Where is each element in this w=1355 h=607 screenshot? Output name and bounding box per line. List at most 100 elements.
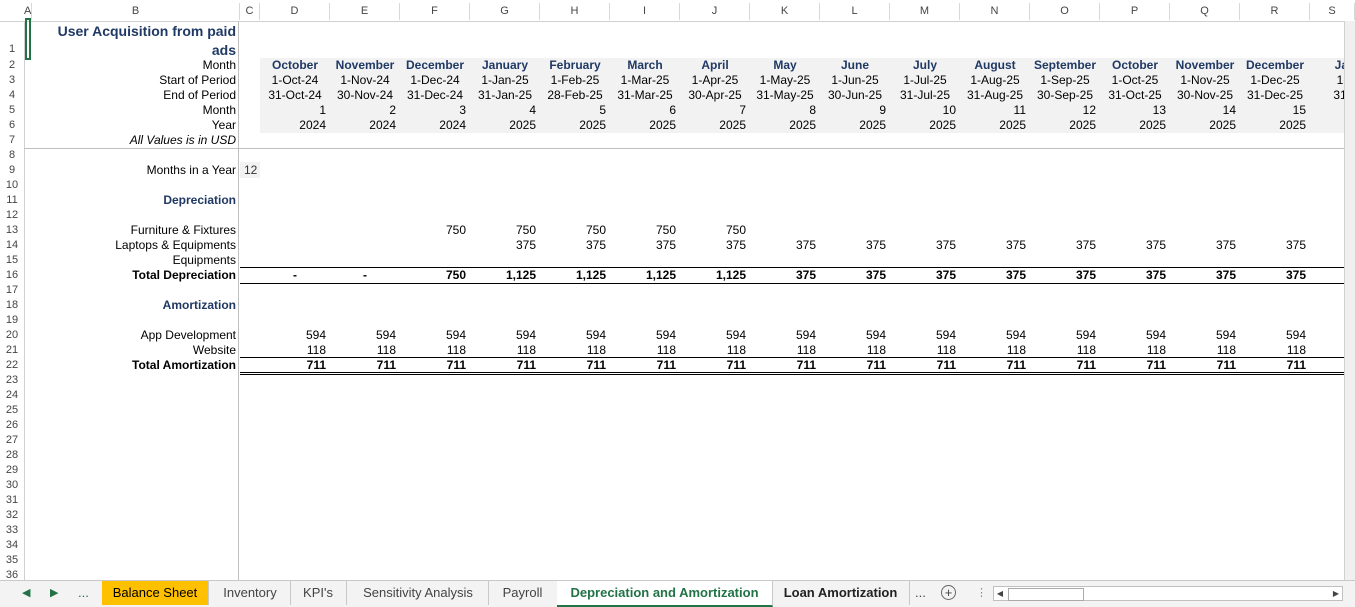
period-start[interactable]: 1-Sep-25	[1030, 73, 1100, 88]
period-year[interactable]: 2024	[330, 118, 396, 133]
total-depreciation-value[interactable]: -	[260, 268, 330, 283]
website-value[interactable]: 118	[1240, 343, 1306, 358]
column-header[interactable]: F	[400, 3, 470, 20]
column-header[interactable]: N	[960, 3, 1030, 20]
laptops-value[interactable]: 375	[1240, 238, 1306, 253]
total-depreciation-value[interactable]: 1,125	[470, 268, 536, 283]
period-start[interactable]: 1-Mar-25	[610, 73, 680, 88]
period-end[interactable]: 31-Jan-25	[470, 88, 540, 103]
period-start[interactable]: 1-Dec-25	[1240, 73, 1310, 88]
row-header[interactable]: 27	[0, 433, 24, 448]
row-header[interactable]: 12	[0, 208, 24, 223]
app-development-value[interactable]: 594	[540, 328, 606, 343]
column-header[interactable]: G	[470, 3, 540, 20]
total-amortization-value[interactable]: 711	[470, 358, 536, 373]
furniture-value[interactable]	[260, 223, 326, 238]
furniture-value[interactable]	[890, 223, 956, 238]
sheet-tab[interactable]: Sensitivity Analysis	[348, 581, 489, 605]
row-header[interactable]: 22	[0, 358, 24, 373]
total-amortization-value[interactable]: 711	[750, 358, 816, 373]
total-amortization-value[interactable]: 711	[540, 358, 606, 373]
period-end[interactable]: 28-Feb-25	[540, 88, 610, 103]
period-month[interactable]: September	[1030, 58, 1100, 73]
column-header[interactable]: E	[330, 3, 400, 20]
splitter-handle-icon[interactable]: ⋮	[976, 586, 987, 600]
period-end[interactable]: 30-Jun-25	[820, 88, 890, 103]
row-header[interactable]: 24	[0, 388, 24, 403]
period-number[interactable]: 7	[680, 103, 746, 118]
column-header[interactable]: L	[820, 3, 890, 20]
laptops-value[interactable]: 375	[470, 238, 536, 253]
period-year[interactable]: 2025	[1100, 118, 1166, 133]
period-start[interactable]: 1-Jun-25	[820, 73, 890, 88]
period-year[interactable]: 2025	[610, 118, 676, 133]
period-month[interactable]: October	[1100, 58, 1170, 73]
app-development-value[interactable]: 594	[260, 328, 326, 343]
row-header[interactable]: 25	[0, 403, 24, 418]
row-header[interactable]: 8	[0, 148, 24, 163]
period-end[interactable]: 31-Dec-25	[1240, 88, 1310, 103]
total-depreciation-value[interactable]: 375	[1170, 268, 1236, 283]
period-month[interactable]: December	[1240, 58, 1310, 73]
total-amortization-value[interactable]: 711	[400, 358, 466, 373]
period-end[interactable]: 31-Mar-25	[610, 88, 680, 103]
period-start[interactable]: 1-May-25	[750, 73, 820, 88]
period-end[interactable]: 30-Nov-25	[1170, 88, 1240, 103]
furniture-value[interactable]	[820, 223, 886, 238]
column-header[interactable]: O	[1030, 3, 1100, 20]
laptops-value[interactable]	[330, 238, 396, 253]
row-header[interactable]: 32	[0, 508, 24, 523]
furniture-value[interactable]	[1170, 223, 1236, 238]
row-header[interactable]: 34	[0, 538, 24, 553]
row-header[interactable]: 18	[0, 298, 24, 313]
period-number[interactable]: 6	[610, 103, 676, 118]
period-year[interactable]: 2024	[260, 118, 326, 133]
sheet-tab[interactable]: Inventory	[210, 581, 291, 605]
period-end[interactable]: 31-May-25	[750, 88, 820, 103]
period-end[interactable]: 31-Jul-25	[890, 88, 960, 103]
period-start[interactable]: 1-Feb-25	[540, 73, 610, 88]
column-header[interactable]: H	[540, 3, 610, 20]
period-month[interactable]: November	[330, 58, 400, 73]
period-start[interactable]: 1-Oct-25	[1100, 73, 1170, 88]
period-year[interactable]: 2025	[470, 118, 536, 133]
furniture-value[interactable]: 750	[680, 223, 746, 238]
total-amortization-value[interactable]: 711	[1030, 358, 1096, 373]
period-month[interactable]: December	[400, 58, 470, 73]
scroll-left-icon[interactable]: ◀	[994, 587, 1006, 600]
period-start[interactable]: 1-Jan-25	[470, 73, 540, 88]
sheet-tab[interactable]: Depreciation and Amortization	[557, 581, 773, 607]
app-development-value[interactable]: 594	[610, 328, 676, 343]
website-value[interactable]: 118	[820, 343, 886, 358]
period-end[interactable]: 30-Nov-24	[330, 88, 400, 103]
column-header[interactable]: M	[890, 3, 960, 20]
period-year[interactable]: 2025	[540, 118, 606, 133]
period-end[interactable]: 31-Aug-25	[960, 88, 1030, 103]
app-development-value[interactable]: 594	[1170, 328, 1236, 343]
column-header[interactable]: R	[1240, 3, 1310, 20]
row-header[interactable]: 29	[0, 463, 24, 478]
website-value[interactable]: 118	[1100, 343, 1166, 358]
furniture-value[interactable]	[1100, 223, 1166, 238]
period-number[interactable]: 15	[1240, 103, 1306, 118]
laptops-value[interactable]: 375	[680, 238, 746, 253]
tab-more-right[interactable]: ...	[915, 581, 933, 605]
period-year[interactable]: 2025	[820, 118, 886, 133]
row-header[interactable]: 14	[0, 238, 24, 253]
row-header[interactable]: 1	[0, 42, 24, 57]
app-development-value[interactable]: 594	[330, 328, 396, 343]
total-depreciation-value[interactable]: 1,125	[610, 268, 676, 283]
furniture-value[interactable]	[1240, 223, 1306, 238]
total-amortization-value[interactable]: 711	[610, 358, 676, 373]
period-number[interactable]: 12	[1030, 103, 1096, 118]
app-development-value[interactable]: 594	[1100, 328, 1166, 343]
row-header[interactable]: 7	[0, 133, 24, 148]
period-year[interactable]: 2025	[1240, 118, 1306, 133]
website-value[interactable]: 118	[1030, 343, 1096, 358]
period-number[interactable]: 13	[1100, 103, 1166, 118]
total-depreciation-value[interactable]: 375	[960, 268, 1026, 283]
row-header[interactable]: 13	[0, 223, 24, 238]
tab-scroll-left-icon[interactable]: ◀	[22, 581, 36, 605]
row-header[interactable]: 10	[0, 178, 24, 193]
row-header[interactable]: 2	[0, 58, 24, 73]
